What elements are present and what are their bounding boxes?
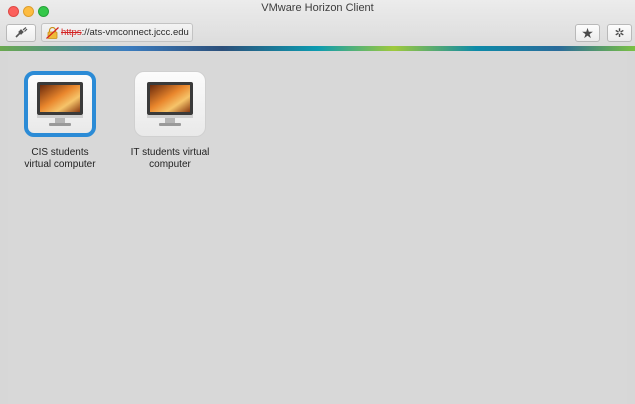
broken-lock-warning-icon [46,26,60,39]
window-title: VMware Horizon Client [261,2,374,14]
desktop-tile[interactable] [24,71,96,137]
disconnect-plug-icon [15,27,28,38]
server-url-field[interactable]: https://ats-vmconnect.jccc.edu [41,23,193,42]
desktop-label: IT students virtual computer [130,147,210,170]
app-window: VMware Horizon Client https://ats-vmconn… [0,0,635,404]
desktop-label: CIS students virtual computer [24,147,96,170]
desktop-tile[interactable] [134,71,206,137]
desktop-item-cis[interactable]: CIS students virtual computer [5,71,115,171]
settings-button[interactable]: ✲ [607,24,632,42]
desktop-list: CIS students virtual computer IT student… [8,51,627,404]
monitor-icon [37,82,83,126]
desktop-item-it[interactable]: IT students virtual computer [115,71,225,171]
star-icon: ★ [581,24,594,41]
title-bar: VMware Horizon Client https://ats-vmconn… [0,0,635,47]
url-scheme: https [61,27,82,38]
url-host: ://ats-vmconnect.jccc.edu [81,27,189,38]
favorite-button[interactable]: ★ [575,24,600,42]
monitor-icon [147,82,193,126]
disconnect-button[interactable] [6,24,36,42]
gear-icon: ✲ [614,26,625,40]
